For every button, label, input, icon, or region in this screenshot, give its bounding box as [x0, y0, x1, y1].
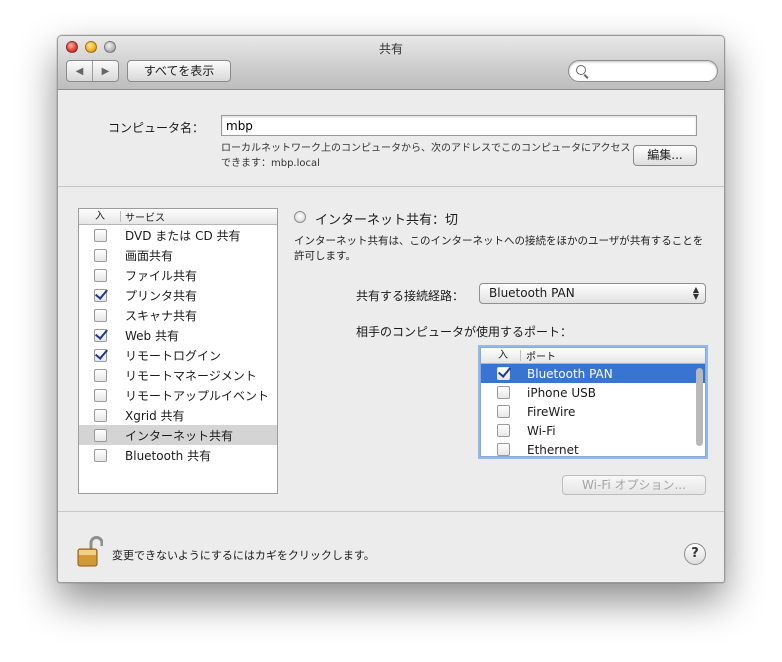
row-label: リモートアップルイベント [125, 388, 270, 403]
services-rows: DVD または CD 共有 画面共有ファイル共有 プリンタ共有 スキャナ共有 Web 共… [79, 225, 277, 465]
checkbox[interactable] [497, 405, 510, 418]
forward-button[interactable]: ▶ [92, 61, 118, 81]
service-row[interactable]: リモートアップルイベント [79, 385, 277, 405]
row-label: Xgrid 共有 [125, 408, 185, 423]
column-header-on[interactable]: 入 [481, 350, 521, 361]
computer-name-input[interactable] [221, 115, 697, 136]
titlebar: 共有 ◀ ▶ すべてを表示 [58, 36, 724, 90]
service-row[interactable]: リモートマネージメント [79, 365, 277, 385]
row-label: プリンタ共有 [125, 288, 198, 303]
row-label: スキャナ共有 [125, 308, 198, 323]
back-arrow-icon: ◀ [75, 65, 84, 77]
search-input[interactable] [591, 63, 709, 79]
row-label: Bluetooth 共有 [125, 448, 212, 463]
row-label: Bluetooth PAN [527, 366, 613, 381]
sharing-window: 共有 ◀ ▶ すべてを表示 コンピュータ名： ローカルネットワーク上のコンピュー… [57, 35, 725, 583]
status-title: インターネット共有：切 [315, 213, 459, 228]
service-row[interactable]: 画面共有 [79, 245, 277, 265]
row-label: Ethernet [527, 442, 579, 457]
window-title: 共有 [378, 42, 403, 56]
popup-arrows-icon: ▲ ▼ [692, 285, 699, 301]
checkbox[interactable] [497, 367, 510, 380]
checkbox[interactable] [94, 328, 107, 342]
checkbox[interactable] [94, 308, 107, 322]
checkbox[interactable] [94, 228, 107, 242]
service-row[interactable]: ファイル共有 [79, 265, 277, 285]
services-list-header: 入 サービス [79, 209, 277, 225]
ports-label: 相手のコンピュータが使用するポート： [356, 325, 573, 339]
port-row[interactable]: Wi-Fi [481, 421, 705, 440]
row-label: リモートログイン [125, 348, 222, 363]
service-row[interactable]: インターネット共有 [79, 425, 277, 445]
column-header-port[interactable]: ポート [521, 348, 556, 363]
checkbox[interactable] [94, 408, 107, 422]
row-label: インターネット共有 [125, 428, 234, 443]
services-list: 入 サービス DVD または CD 共有 画面共有ファイル共有 プリンタ共有 スキャナ… [78, 208, 278, 494]
row-label: 画面共有 [125, 248, 174, 263]
lock-message: 変更できないようにするにはカギをクリックします。 [112, 549, 375, 562]
share-from-popup[interactable]: Bluetooth PAN ▲ ▼ [479, 283, 706, 304]
port-row[interactable]: Ethernet [481, 440, 705, 457]
checkbox[interactable] [94, 348, 107, 362]
status-indicator-icon [294, 211, 306, 223]
computer-address-description: ローカルネットワーク上のコンピュータから、次のアドレスでこのコンピュータにアクセ… [221, 143, 631, 169]
row-label: リモートマネージメント [125, 368, 257, 383]
help-button[interactable]: ? [684, 543, 706, 565]
service-description: インターネット共有は、このインターネットへの接続をほかのユーザが共有することを許… [294, 235, 704, 262]
search-icon [576, 65, 586, 75]
ports-scrollbar[interactable] [696, 368, 703, 446]
row-label: DVD または CD 共有 [125, 228, 241, 243]
row-label: FireWire [527, 404, 576, 419]
row-label: Wi-Fi [527, 423, 556, 438]
port-row[interactable]: FireWire [481, 402, 705, 421]
row-label: Web 共有 [125, 328, 179, 343]
share-from-label: 共有する接続経路： [356, 289, 465, 303]
show-all-button[interactable]: すべてを表示 [127, 60, 231, 82]
lock-icon[interactable] [77, 534, 103, 568]
edit-button[interactable]: 編集... [633, 145, 697, 166]
row-label: iPhone USB [527, 385, 596, 400]
checkbox[interactable] [94, 448, 107, 462]
service-row[interactable]: Web 共有 [79, 325, 277, 345]
ports-list-header: 入 ポート [481, 348, 705, 364]
back-button[interactable]: ◀ [67, 61, 92, 81]
column-header-service[interactable]: サービス [121, 209, 165, 224]
share-from-value: Bluetooth PAN [489, 286, 575, 300]
service-row[interactable]: Xgrid 共有 [79, 405, 277, 425]
search-field[interactable] [568, 60, 718, 82]
computer-name-label: コンピュータ名： [108, 121, 205, 135]
service-row[interactable]: スキャナ共有 [79, 305, 277, 325]
port-row[interactable]: iPhone USB [481, 383, 705, 402]
computer-name-section: コンピュータ名： ローカルネットワーク上のコンピュータから、次のアドレスでこのコ… [58, 91, 724, 187]
checkbox[interactable] [94, 268, 107, 282]
checkbox[interactable] [94, 428, 107, 442]
checkbox[interactable] [94, 368, 107, 382]
ports-list: 入 ポート Bluetooth PAN iPhone USB FireWire Wi-… [480, 347, 706, 457]
checkbox[interactable] [497, 386, 510, 399]
checkbox[interactable] [94, 388, 107, 402]
service-row[interactable]: DVD または CD 共有 [79, 225, 277, 245]
port-row[interactable]: Bluetooth PAN [481, 364, 705, 383]
service-row[interactable]: リモートログイン [79, 345, 277, 365]
checkbox[interactable] [497, 424, 510, 437]
back-forward-control: ◀ ▶ [66, 60, 119, 82]
ports-rows: Bluetooth PAN iPhone USB FireWire Wi-Fi Ethe… [481, 364, 705, 457]
checkbox[interactable] [94, 288, 107, 302]
row-label: ファイル共有 [125, 268, 198, 283]
service-row[interactable]: Bluetooth 共有 [79, 445, 277, 465]
column-header-on[interactable]: 入 [79, 211, 121, 222]
wifi-options-button[interactable]: Wi-Fi オプション... [562, 475, 706, 495]
service-row[interactable]: プリンタ共有 [79, 285, 277, 305]
checkbox[interactable] [497, 443, 510, 456]
forward-arrow-icon: ▶ [101, 65, 110, 77]
footer: 変更できないようにするにはカギをクリックします。 ? [58, 511, 724, 582]
checkbox[interactable] [94, 248, 107, 262]
